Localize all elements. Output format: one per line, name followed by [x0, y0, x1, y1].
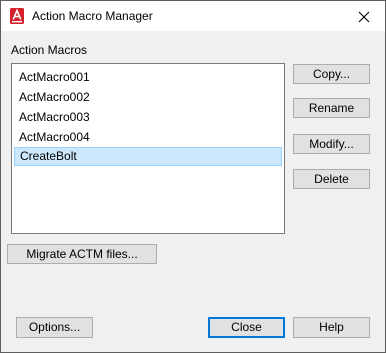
help-button[interactable]: Help — [293, 317, 370, 338]
list-item[interactable]: ActMacro004 — [14, 128, 282, 147]
close-button[interactable]: Close — [208, 317, 285, 338]
action-macros-list[interactable]: ActMacro001 ActMacro002 ActMacro003 ActM… — [11, 63, 285, 234]
delete-button[interactable]: Delete — [293, 169, 370, 189]
list-item[interactable]: ActMacro003 — [14, 108, 282, 127]
rename-button[interactable]: Rename — [293, 98, 370, 118]
action-macro-manager-dialog: Action Macro Manager Action Macros ActMa… — [0, 0, 386, 353]
title-bar: Action Macro Manager — [1, 1, 385, 31]
migrate-actm-files-button[interactable]: Migrate ACTM files... — [7, 244, 157, 264]
options-button[interactable]: Options... — [16, 317, 93, 338]
list-item-selected[interactable]: CreateBolt — [14, 147, 282, 166]
action-macros-label: Action Macros — [11, 43, 88, 57]
list-item[interactable]: ActMacro001 — [14, 68, 282, 87]
close-icon[interactable] — [347, 6, 381, 28]
list-item[interactable]: ActMacro002 — [14, 88, 282, 107]
window-title: Action Macro Manager — [32, 9, 153, 23]
modify-button[interactable]: Modify... — [293, 134, 370, 154]
autocad-app-icon — [10, 8, 24, 24]
copy-button[interactable]: Copy... — [293, 64, 370, 84]
